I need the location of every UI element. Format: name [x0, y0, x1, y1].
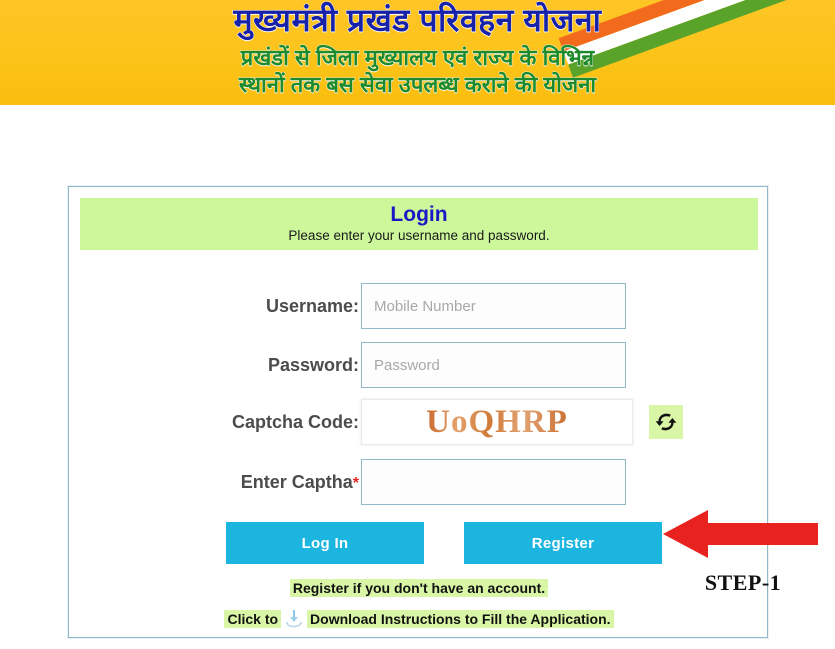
enter-captcha-label: Enter Captha* [69, 459, 359, 507]
enter-captcha-input[interactable] [361, 459, 626, 505]
password-row: Password: [69, 342, 769, 388]
password-field-wrap [361, 342, 626, 388]
captcha-image-wrap: UoQHRP [361, 399, 633, 445]
site-header-banner: मुख्यमंत्री प्रखंड परिवहन योजना प्रखंडों… [0, 0, 835, 105]
captcha-code-label: Captcha Code: [231, 412, 359, 432]
login-instruction-text: Please enter your username and password. [288, 228, 550, 243]
password-input[interactable] [361, 342, 626, 388]
register-hint-text: Register if you don't have an account. [289, 579, 549, 597]
username-field-wrap [361, 283, 626, 329]
password-label: Password: [267, 355, 359, 375]
login-card-header: Login Please enter your username and pas… [80, 198, 758, 250]
required-marker: * [352, 475, 359, 492]
enter-captcha-field-wrap [361, 459, 626, 505]
step-label: STEP-1 [704, 570, 782, 595]
enter-captcha-row: Enter Captha* [69, 459, 769, 505]
scheme-subtitle-line-1: प्रखंडों से जिला मुख्यालय एवं राज्य के व… [240, 45, 595, 71]
download-note-suffix: Download Instructions to Fill the Applic… [307, 610, 614, 628]
left-arrow-icon [663, 508, 818, 560]
download-instructions-note[interactable]: Click to Download Instructions to Fill th… [69, 609, 769, 633]
scheme-subtitle-line-2: स्थानों तक बस सेवा उपलब्ध कराने की योजना [238, 72, 597, 98]
captcha-code-row: Captcha Code: UoQHRP [69, 399, 769, 445]
page-title: Login [390, 203, 448, 226]
refresh-icon[interactable] [649, 405, 683, 439]
download-note-prefix: Click to [224, 610, 282, 628]
login-page: मुख्यमंत्री प्रखंड परिवहन योजना प्रखंडों… [0, 0, 835, 649]
username-label: Username: [265, 296, 359, 316]
banner-text-block: मुख्यमंत्री प्रखंड परिवहन योजना प्रखंडों… [0, 0, 835, 105]
captcha-image: UoQHRP [361, 399, 633, 445]
register-button[interactable]: Register [464, 522, 662, 564]
login-button[interactable]: Log In [226, 522, 424, 564]
captcha-code-text: UoQHRP [426, 403, 568, 440]
username-input[interactable] [361, 283, 626, 329]
scheme-title: मुख्यमंत्री प्रखंड परिवहन योजना [233, 2, 602, 39]
username-row: Username: [69, 283, 769, 329]
download-icon[interactable] [283, 610, 305, 632]
enter-captcha-label-text: Enter Captha [240, 472, 353, 492]
